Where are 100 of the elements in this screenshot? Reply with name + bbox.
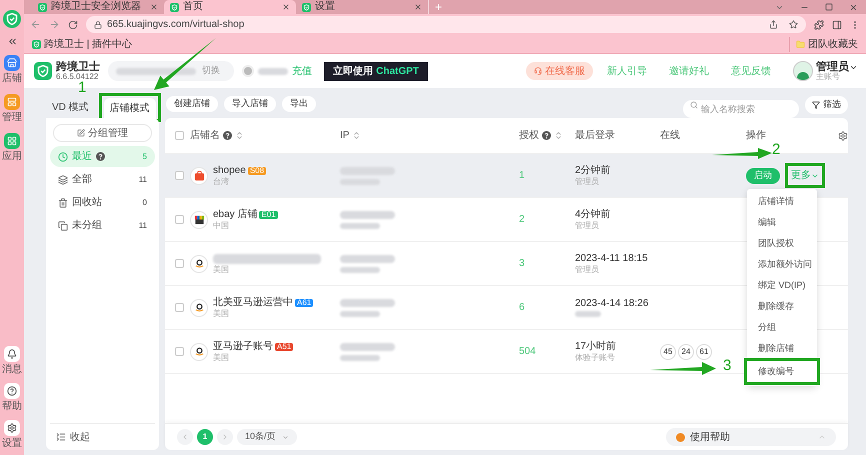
toolbar-button[interactable]: 创建店铺 (166, 96, 218, 112)
shop-name[interactable]: 北美亚马逊运营中 (213, 298, 293, 308)
column-header: IP (340, 129, 350, 143)
table-row[interactable]: shopee S08 台湾 1 2分钟前 管理员 启动 更多 (165, 153, 848, 197)
grid-icon[interactable] (4, 133, 20, 149)
panel-icon[interactable] (4, 94, 20, 110)
prev-page-button[interactable] (177, 429, 193, 445)
close-icon[interactable] (150, 3, 158, 11)
checkbox[interactable] (175, 215, 184, 224)
shop-tag: E01 (259, 210, 278, 218)
app-version: 6.6.5.04122 (56, 72, 100, 80)
clock-icon (58, 152, 68, 162)
star-icon[interactable] (789, 20, 798, 29)
checkbox[interactable] (175, 259, 184, 268)
user-role: 主账号 (816, 72, 840, 80)
group-count: 11 (138, 174, 147, 186)
user-name[interactable]: 管理员 (816, 62, 849, 72)
column-header: 授权 (519, 128, 539, 143)
blurred-text (340, 222, 380, 228)
group-item[interactable]: 回收站 0 (50, 192, 155, 213)
shield-logo-icon (34, 62, 52, 80)
url-field[interactable]: 665.kuajingvs.com/virtual-shop (86, 16, 806, 33)
close-icon[interactable] (282, 3, 290, 11)
close-icon[interactable] (849, 2, 858, 12)
smile-logo-icon (190, 254, 208, 272)
toolbar-button[interactable]: 导入店铺 (224, 96, 276, 112)
sort-icon[interactable] (235, 131, 244, 140)
chevron-up-icon[interactable] (818, 433, 826, 441)
side-panel-icon[interactable] (832, 20, 842, 30)
close-icon[interactable] (414, 3, 422, 11)
chevron-left-icon[interactable] (181, 433, 189, 441)
login-user: 管理员 (575, 178, 600, 186)
rail-label[interactable]: 店铺 (2, 73, 22, 84)
group-count: 11 (138, 220, 147, 232)
last-login-time: 2023-4-14 18:26 (575, 298, 650, 308)
rail-label[interactable]: 管理 (2, 112, 22, 123)
group-item[interactable]: 全部 11 (50, 169, 155, 190)
group-manage-button[interactable]: 分组管理 (53, 124, 152, 142)
reload-icon[interactable] (68, 20, 78, 30)
collapse-link[interactable]: 收起 (70, 430, 90, 444)
search-field[interactable]: 输入名称搜索 (683, 100, 799, 118)
share-icon[interactable] (769, 20, 778, 29)
browser-tab[interactable]: 首页 (164, 0, 296, 14)
next-page-button[interactable] (217, 429, 233, 445)
checkbox[interactable] (175, 347, 184, 356)
shop-name[interactable]: 亚马逊子账号 (213, 342, 273, 352)
sort-icon[interactable] (554, 131, 563, 140)
login-user: 管理员 (575, 266, 600, 274)
checkbox[interactable] (175, 131, 184, 140)
shop-name[interactable]: ebay 店铺 (213, 210, 258, 220)
extensions-icon[interactable] (814, 20, 824, 30)
browser-tab[interactable]: 设置 (296, 0, 428, 14)
smile-logo-icon (190, 298, 208, 316)
settings-icon[interactable] (838, 130, 848, 140)
chevron-right-icon[interactable] (221, 433, 229, 441)
rail-label[interactable]: 设置 (2, 438, 22, 449)
store-icon[interactable] (4, 55, 20, 71)
collapse-icon[interactable] (6, 36, 18, 47)
bell-icon[interactable] (4, 346, 20, 362)
group-item[interactable]: 未分组 11 (50, 215, 155, 236)
help-icon (223, 131, 232, 140)
settings-icon[interactable] (4, 420, 20, 436)
shop-tag: S08 (248, 166, 266, 174)
collapse-icon[interactable] (56, 432, 66, 442)
mode-tab[interactable]: VD 模式 (46, 97, 95, 118)
forward-icon[interactable] (49, 19, 60, 30)
promo-banner[interactable]: 立即使用 ChatGPT (324, 62, 428, 80)
menu-item[interactable]: 编辑 (747, 212, 817, 233)
blurred-text (258, 68, 288, 74)
column-header: 店铺名 (190, 128, 220, 143)
sort-icon[interactable] (352, 131, 362, 140)
bookmark-folder[interactable]: 团队收藏夹 (808, 36, 858, 52)
back-icon[interactable] (30, 19, 41, 30)
rail-label[interactable]: 帮助 (2, 401, 22, 412)
rail-label[interactable]: 消息 (2, 364, 22, 375)
avatar[interactable] (793, 61, 813, 81)
help-icon (96, 152, 105, 161)
browser-tab[interactable]: 跨境卫士安全浏览器 (32, 0, 164, 14)
filter-button[interactable]: 筛选 (805, 96, 848, 114)
maximize-icon[interactable] (825, 3, 833, 11)
column-header: 操作 (746, 129, 766, 143)
rail-label[interactable]: 应用 (2, 151, 22, 162)
checkbox[interactable] (175, 171, 184, 180)
help-icon (542, 131, 551, 140)
shop-name[interactable]: shopee (213, 166, 246, 176)
help-button[interactable]: 使用帮助 (666, 428, 836, 446)
layers-icon (58, 174, 68, 184)
last-login-time: 2023-4-11 18:15 (575, 254, 649, 264)
page-size-select[interactable]: 10条/页 (237, 429, 297, 445)
shield-logo-icon (170, 2, 179, 12)
bookmark[interactable]: 跨境卫士 | 插件中心 (44, 36, 132, 52)
help-icon[interactable] (4, 383, 20, 399)
toolbar-button[interactable]: 导出 (282, 96, 316, 112)
mode-tab[interactable]: 店铺模式 (104, 98, 156, 119)
menu-item[interactable]: 修改编号 (747, 361, 817, 382)
menu-item[interactable]: 删除缓存 (747, 296, 817, 317)
menu-item[interactable]: 删除店铺 (747, 338, 817, 359)
shield-logo-icon (302, 2, 311, 12)
checkbox[interactable] (175, 303, 184, 312)
menu-item[interactable]: 添加额外访问 (747, 254, 817, 275)
